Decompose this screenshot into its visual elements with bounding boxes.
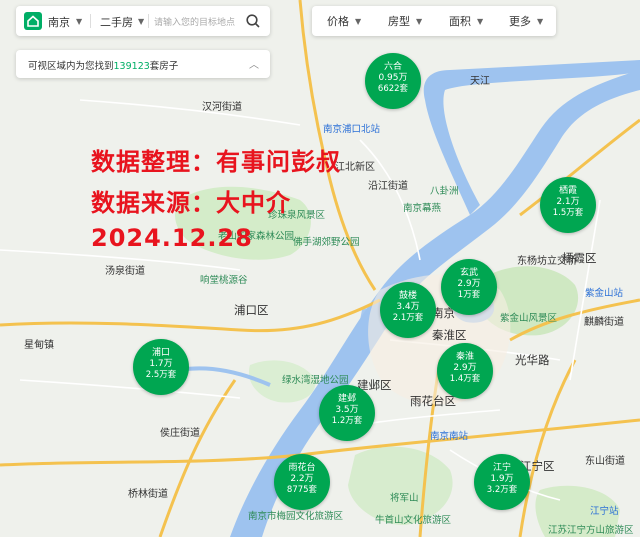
map-label: 栖霞区: [562, 251, 597, 265]
result-summary: 可视区域内为您找到139123套房子 ︿: [16, 50, 270, 78]
map-label: 沿江街道: [368, 181, 408, 192]
filter-bar: 价格 ▼ 房型 ▼ 面积 ▼ 更多 ▼: [312, 6, 556, 36]
result-count: 139123: [113, 61, 150, 72]
filter-price[interactable]: 价格: [327, 13, 349, 29]
district-bubble-jianye[interactable]: 建邺 3.5万 1.2万套: [319, 385, 375, 441]
district-bubble-liuhe[interactable]: 六合 0.95万 6622套: [365, 53, 421, 109]
overlay-line-2: 数据来源：大中介: [91, 189, 291, 217]
filter-layout[interactable]: 房型: [388, 13, 410, 29]
filter-area[interactable]: 面积: [449, 13, 471, 29]
district-bubble-qixia[interactable]: 栖霞 2.1万 1.5万套: [540, 177, 596, 233]
map-label: 八卦洲: [430, 186, 459, 197]
map-label: 浦口区: [234, 303, 269, 317]
map-label: 南京浦口北站: [323, 124, 381, 135]
map-label: 紫金山风景区: [500, 313, 558, 324]
map-label: 紫金山站: [585, 288, 624, 299]
map-label: 响堂桃源谷: [200, 275, 248, 286]
district-bubble-jiangning[interactable]: 江宁 1.9万 3.2万套: [474, 454, 530, 510]
map-label: 天江: [470, 76, 490, 87]
chevron-down-icon[interactable]: ▼: [76, 17, 82, 26]
overlay-line-1: 数据整理：有事问彭叔: [91, 148, 341, 176]
map-label: 桥林街道: [128, 489, 168, 500]
district-bubble-gulou[interactable]: 鼓楼 3.4万 2.1万套: [380, 282, 436, 338]
map-label: 南京市梅园文化旅游区: [248, 511, 344, 522]
result-text: 可视区域内为您找到139123套房子: [28, 61, 179, 72]
city-map[interactable]: [0, 0, 640, 537]
chevron-down-icon[interactable]: ▼: [477, 17, 483, 26]
district-bubble-qinhuai[interactable]: 秦淮 2.9万 1.4万套: [437, 343, 493, 399]
chevron-down-icon[interactable]: ▼: [138, 17, 144, 26]
chevron-down-icon[interactable]: ▼: [537, 17, 543, 26]
city-selector[interactable]: 南京: [48, 14, 70, 30]
district-bubble-yuhuatai[interactable]: 雨花台 2.2万 8775套: [274, 454, 330, 510]
map-label: 汉河街道: [202, 102, 242, 113]
map-label: 麒麟街道: [584, 317, 624, 328]
filter-more[interactable]: 更多: [509, 13, 531, 29]
collapse-chevron-icon[interactable]: ︿: [249, 56, 259, 71]
map-label: 星甸镇: [24, 340, 54, 351]
district-bubble-xuanwu[interactable]: 玄武 2.9万 1万套: [441, 259, 497, 315]
map-label: 江宁站: [590, 506, 619, 517]
map-label: 绿水湾湿地公园: [282, 375, 349, 386]
map-label: 南京幕燕: [403, 203, 442, 214]
map-label: 秦淮区: [432, 328, 467, 342]
search-bar: 南京 ▼ 二手房 ▼ 请输入您的目标地点: [16, 6, 270, 36]
chevron-down-icon[interactable]: ▼: [416, 17, 422, 26]
map-label: 江苏江宁方山旅游区: [548, 525, 634, 536]
map-label: 将军山: [390, 493, 419, 504]
map-label: 东山街道: [585, 456, 625, 467]
search-input[interactable]: 请输入您的目标地点: [154, 15, 235, 28]
map-label: 汤泉街道: [105, 266, 145, 277]
map-label: 佛手湖郊野公园: [293, 237, 360, 248]
map-label: 光华路: [515, 353, 550, 367]
map-label: 侯庄街道: [160, 428, 200, 439]
home-logo-icon[interactable]: [24, 12, 42, 30]
map-label: 牛首山文化旅游区: [375, 515, 452, 526]
chevron-down-icon[interactable]: ▼: [355, 17, 361, 26]
district-bubble-pukou[interactable]: 浦口 1.7万 2.5万套: [133, 339, 189, 395]
overlay-line-3: 2024.12.28: [91, 224, 253, 252]
map-label: 雨花台区: [410, 394, 456, 408]
search-icon[interactable]: [245, 13, 261, 33]
house-type-selector[interactable]: 二手房: [100, 14, 133, 30]
map-label: 江北新区: [335, 162, 375, 173]
map-label: 南京南站: [430, 431, 469, 442]
